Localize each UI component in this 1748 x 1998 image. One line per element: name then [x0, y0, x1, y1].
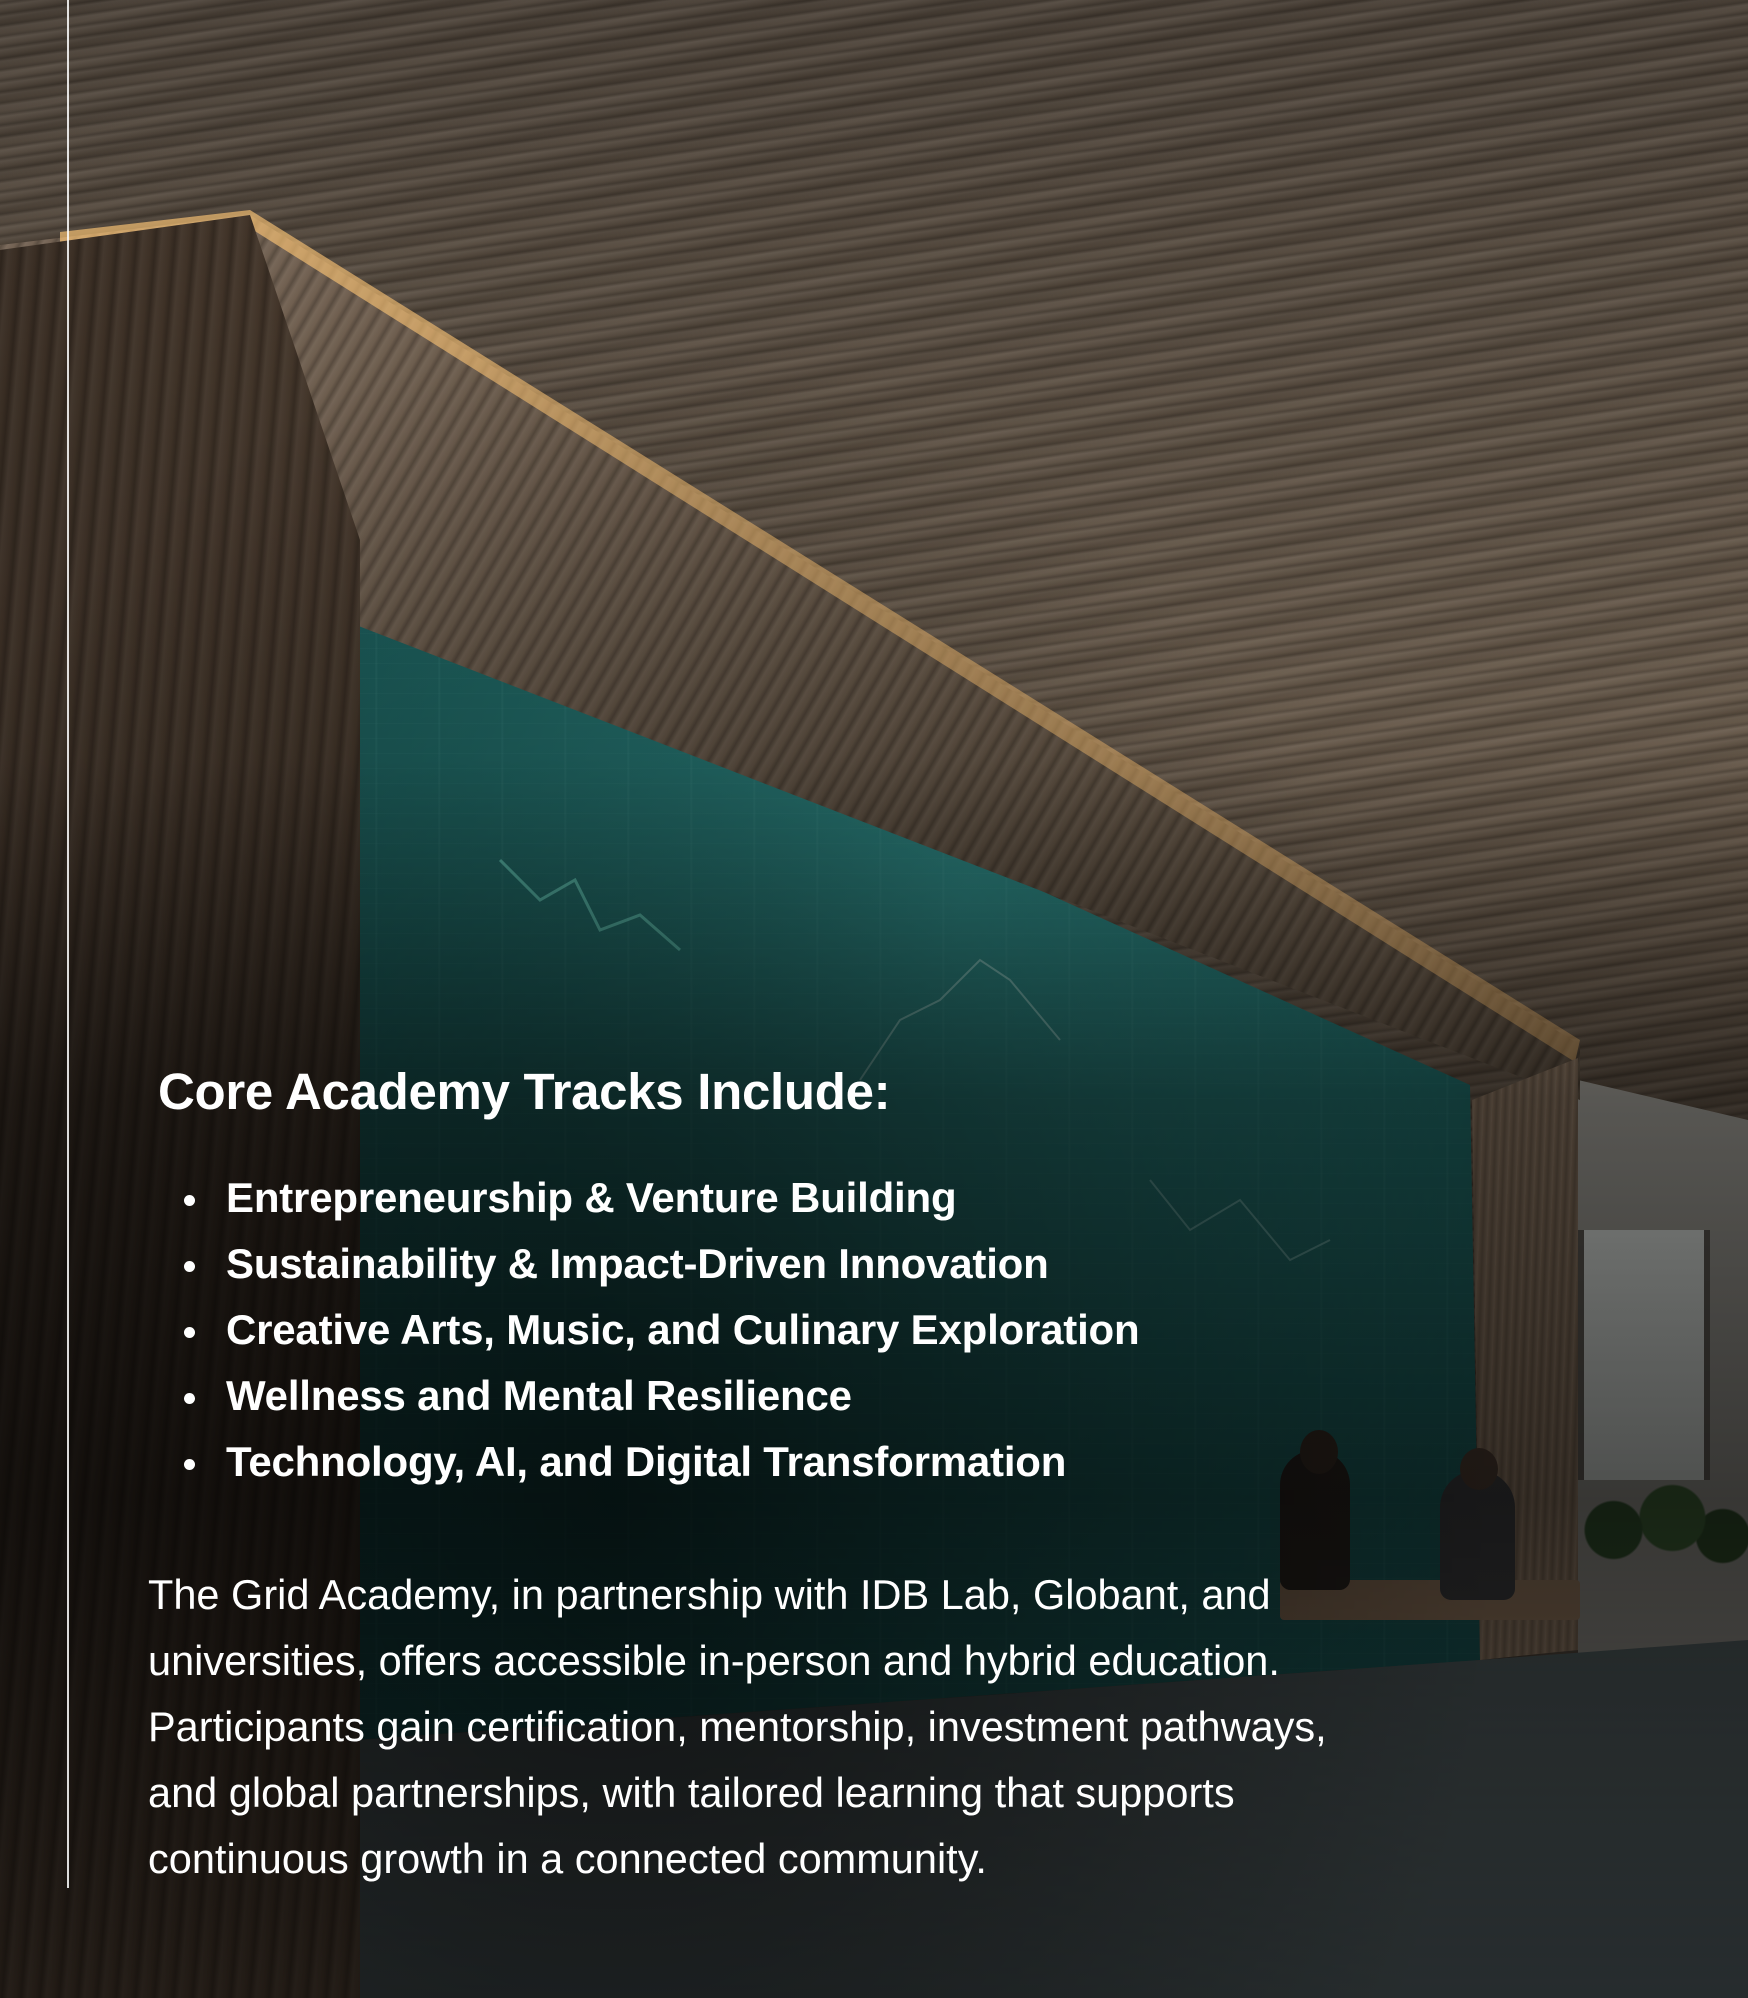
- list-item: Entrepreneurship & Venture Building: [183, 1165, 1139, 1231]
- description-line: universities, offers accessible in-perso…: [148, 1637, 1280, 1684]
- description-line: The Grid Academy, in partnership with ID…: [148, 1571, 1271, 1618]
- description-line: and global partnerships, with tailored l…: [148, 1769, 1235, 1816]
- description-paragraph: The Grid Academy, in partnership with ID…: [148, 1562, 1568, 1892]
- list-item: Wellness and Mental Resilience: [183, 1363, 1139, 1429]
- list-item: Creative Arts, Music, and Culinary Explo…: [183, 1297, 1140, 1363]
- description-line: continuous growth in a connected communi…: [148, 1835, 987, 1882]
- list-item: Sustainability & Impact-Driven Innovatio…: [183, 1231, 1139, 1297]
- content-panel: Core Academy Tracks Include: Entrepreneu…: [0, 0, 1748, 1998]
- section-heading: Core Academy Tracks Include:: [158, 1063, 891, 1120]
- list-item: Technology, AI, and Digital Transformati…: [183, 1429, 1139, 1495]
- tracks-list: Entrepreneurship & Venture Building Sust…: [158, 1165, 1140, 1495]
- description-line: Participants gain certification, mentors…: [148, 1703, 1327, 1750]
